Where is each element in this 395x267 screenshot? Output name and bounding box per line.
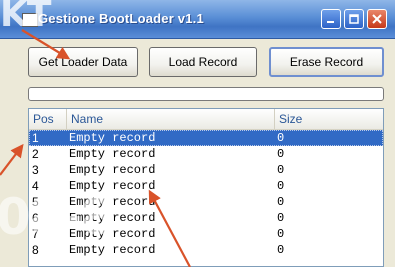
row-name-cell: Empty record xyxy=(69,195,156,209)
list-row[interactable]: 8 Empty record 0 xyxy=(29,242,383,258)
list-row[interactable]: 1 Empty record 0 xyxy=(29,130,383,146)
row-size-cell: 0 xyxy=(277,163,285,177)
row-pos-cell: 1 xyxy=(32,131,39,145)
maximize-button[interactable] xyxy=(344,9,364,29)
minimize-button[interactable] xyxy=(321,9,341,29)
row-size-cell: 0 xyxy=(277,195,285,209)
title-bar[interactable]: Gestione BootLoader v1.1 xyxy=(0,0,395,39)
get-loader-data-button[interactable]: Get Loader Data xyxy=(28,47,138,77)
row-size-cell: 0 xyxy=(277,179,285,193)
records-list[interactable]: Pos Name Size 1 Empty record 0 2 Empty recor… xyxy=(28,108,384,267)
row-name-cell: Empty record xyxy=(69,179,156,193)
list-row[interactable]: 6 Empty record 0 xyxy=(29,210,383,226)
minimize-icon xyxy=(327,21,334,23)
list-row[interactable]: 3 Empty record 0 xyxy=(29,162,383,178)
list-row[interactable]: 7 Empty record 0 xyxy=(29,226,383,242)
row-name-cell: Empty record xyxy=(69,243,156,257)
list-row[interactable]: 4 Empty record 0 xyxy=(29,178,383,194)
row-size-cell: 0 xyxy=(277,227,285,241)
row-pos-cell: 4 xyxy=(32,179,39,193)
close-icon xyxy=(372,14,382,24)
close-button[interactable] xyxy=(367,9,387,29)
row-size-cell: 0 xyxy=(277,147,285,161)
row-pos-cell: 8 xyxy=(32,243,39,257)
row-name-cell: Empty record xyxy=(69,147,156,161)
maximize-icon xyxy=(349,14,359,24)
column-header-pos[interactable]: Pos xyxy=(29,109,67,129)
row-pos-cell: 3 xyxy=(32,163,39,177)
window-title: Gestione BootLoader v1.1 xyxy=(38,11,204,26)
row-name-cell: Empty record xyxy=(69,131,156,145)
app-icon xyxy=(22,13,38,27)
row-name-cell: Empty record xyxy=(69,227,156,241)
row-pos-cell: 5 xyxy=(32,195,39,209)
row-pos-cell: 7 xyxy=(32,227,39,241)
list-row[interactable]: 2 Empty record 0 xyxy=(29,146,383,162)
row-size-cell: 0 xyxy=(277,131,285,145)
erase-record-button[interactable]: Erase Record xyxy=(269,47,384,77)
annotation-arrow-selected-row xyxy=(0,143,24,176)
list-row[interactable]: 5 Empty record 0 xyxy=(29,194,383,210)
column-header-name[interactable]: Name xyxy=(67,109,275,129)
column-header-size[interactable]: Size xyxy=(275,109,383,129)
list-header: Pos Name Size xyxy=(29,109,383,130)
row-size-cell: 0 xyxy=(277,243,285,257)
row-size-cell: 0 xyxy=(277,211,285,225)
row-pos-cell: 6 xyxy=(32,211,39,225)
progress-bar xyxy=(28,87,384,101)
bootloader-window: Gestione BootLoader v1.1 Get Loader Data… xyxy=(0,0,395,267)
row-name-cell: Empty record xyxy=(69,163,156,177)
row-name-cell: Empty record xyxy=(69,211,156,225)
row-pos-cell: 2 xyxy=(32,147,39,161)
load-record-button[interactable]: Load Record xyxy=(149,47,257,77)
